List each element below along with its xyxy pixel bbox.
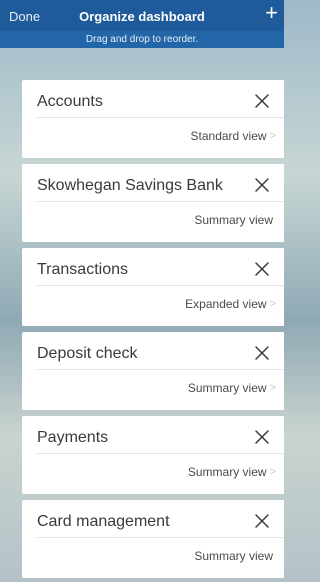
view-mode-selector[interactable]: Expanded view >	[185, 297, 276, 311]
dashboard-card-card-management[interactable]: Card management Summary view	[22, 500, 284, 578]
divider	[37, 285, 284, 286]
dashboard-card-accounts[interactable]: Accounts Standard view >	[22, 80, 284, 158]
reorder-hint: Drag and drop to reorder.	[0, 31, 284, 48]
plus-icon[interactable]: +	[265, 2, 278, 24]
dashboard-card-transactions[interactable]: Transactions Expanded view >	[22, 248, 284, 326]
chevron-right-icon: >	[269, 466, 276, 478]
view-mode-label: Summary view	[187, 381, 267, 395]
view-mode-label: Summary view	[194, 213, 273, 227]
view-mode-label: Expanded view	[185, 297, 267, 311]
divider	[37, 453, 284, 454]
divider	[37, 201, 284, 202]
close-icon[interactable]	[251, 510, 273, 532]
page-title: Organize dashboard	[79, 9, 205, 24]
view-mode-selector[interactable]: Summary view	[194, 213, 276, 227]
close-icon[interactable]	[251, 90, 273, 112]
chevron-right-icon: >	[269, 130, 276, 142]
divider	[37, 537, 284, 538]
view-mode-selector[interactable]: Summary view >	[188, 465, 276, 479]
close-icon[interactable]	[251, 174, 273, 196]
dashboard-card-payments[interactable]: Payments Summary view >	[22, 416, 284, 494]
view-mode-label: Summary view	[194, 549, 273, 563]
view-mode-label: Summary view	[187, 465, 267, 479]
dashboard-card-deposit-check[interactable]: Deposit check Summary view >	[22, 332, 284, 410]
divider	[37, 117, 284, 118]
close-icon[interactable]	[251, 342, 273, 364]
card-title: Payments	[37, 429, 109, 446]
card-title: Deposit check	[37, 345, 138, 362]
card-title: Card management	[37, 513, 170, 530]
view-mode-selector[interactable]: Summary view	[194, 549, 276, 563]
close-icon[interactable]	[251, 258, 273, 280]
chevron-right-icon: >	[269, 382, 276, 394]
card-title: Accounts	[37, 93, 103, 110]
close-icon[interactable]	[251, 426, 273, 448]
card-title: Skowhegan Savings Bank	[37, 177, 223, 194]
divider	[37, 369, 284, 370]
view-mode-label: Standard view	[190, 129, 267, 143]
card-title: Transactions	[37, 261, 128, 278]
view-mode-selector[interactable]: Standard view >	[191, 129, 276, 143]
dashboard-card-skowhegan-savings-bank[interactable]: Skowhegan Savings Bank Summary view	[22, 164, 284, 242]
chevron-right-icon: >	[269, 298, 276, 310]
view-mode-selector[interactable]: Summary view >	[188, 381, 276, 395]
